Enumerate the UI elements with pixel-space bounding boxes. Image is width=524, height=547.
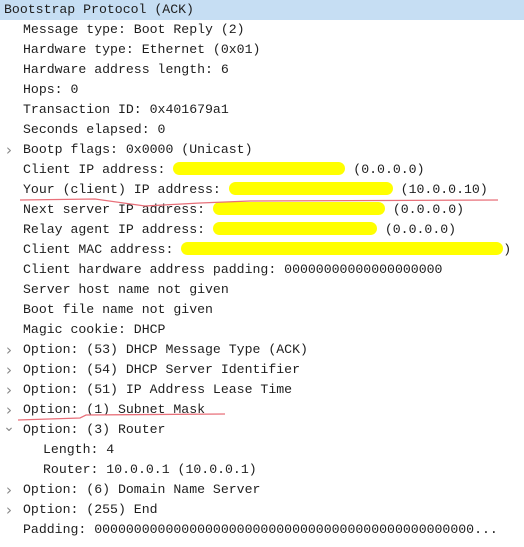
tree-row-value: (10.0.0.10) xyxy=(392,182,488,197)
tree-row-text: Relay agent IP address: (0.0.0.0) xyxy=(23,220,456,240)
tree-row-text: Option: (54) DHCP Server Identifier xyxy=(23,360,300,380)
tree-row-label: Boot file name not given xyxy=(23,302,213,317)
tree-row-text: Router: 10.0.0.1 (10.0.0.1) xyxy=(43,460,257,480)
tree-row[interactable]: Length: 4 xyxy=(0,440,524,460)
tree-row-label: Option: (6) Domain Name Server xyxy=(23,482,261,497)
tree-row[interactable]: › Option: (6) Domain Name Server xyxy=(0,480,524,500)
chevron-right-icon[interactable]: › xyxy=(3,140,15,160)
redaction-mark xyxy=(228,182,393,195)
tree-row-label: Length: 4 xyxy=(43,442,115,457)
chevron-right-icon[interactable]: › xyxy=(3,400,15,420)
chevron-right-icon[interactable]: › xyxy=(3,500,15,520)
tree-row-label: Client MAC address: xyxy=(23,242,182,257)
tree-row-label: Message type: Boot Reply (2) xyxy=(23,22,245,37)
tree-row-label: Hops: 0 xyxy=(23,82,79,97)
tree-row[interactable]: Boot file name not given xyxy=(0,300,524,320)
tree-row[interactable]: Transaction ID: 0x401679a1 xyxy=(0,100,524,120)
redaction-mark xyxy=(181,242,504,255)
tree-row-text: Message type: Boot Reply (2) xyxy=(23,20,245,40)
chevron-right-icon[interactable]: › xyxy=(3,340,15,360)
redaction-mark xyxy=(212,202,385,215)
tree-row-text: Next server IP address: (0.0.0.0) xyxy=(23,200,464,220)
tree-row[interactable]: Server host name not given xyxy=(0,280,524,300)
tree-row-text: Server host name not given xyxy=(23,280,229,300)
tree-row[interactable]: ⌄ Option: (3) Router xyxy=(0,420,524,440)
tree-row-label: Magic cookie: DHCP xyxy=(23,322,166,337)
chevron-right-icon[interactable]: › xyxy=(3,480,15,500)
tree-row-text: Option: (6) Domain Name Server xyxy=(23,480,260,500)
redaction-mark xyxy=(212,222,377,235)
tree-row[interactable]: Relay agent IP address: (0.0.0.0) xyxy=(0,220,524,240)
tree-row[interactable]: Next server IP address: (0.0.0.0) xyxy=(0,200,524,220)
tree-row-text: Boot file name not given xyxy=(23,300,213,320)
tree-header-label: Bootstrap Protocol (ACK) xyxy=(4,2,194,17)
tree-row-label: Option: (51) IP Address Lease Time xyxy=(23,382,293,397)
tree-row[interactable]: Hops: 0 xyxy=(0,80,524,100)
tree-row[interactable]: › Option: (1) Subnet Mask xyxy=(0,400,524,420)
tree-row[interactable]: Router: 10.0.0.1 (10.0.0.1) xyxy=(0,460,524,480)
tree-row-value: (0.0.0.0) xyxy=(345,162,425,177)
tree-row-text: Transaction ID: 0x401679a1 xyxy=(23,100,229,120)
tree-row[interactable]: Padding: 0000000000000000000000000000000… xyxy=(0,520,524,540)
tree-row-text: Option: (255) End xyxy=(23,500,158,520)
tree-row-label: Option: (3) Router xyxy=(23,422,166,437)
redaction-mark xyxy=(173,162,346,175)
tree-row-text: Option: (53) DHCP Message Type (ACK) xyxy=(23,340,308,360)
tree-row-label: Option: (1) Subnet Mask xyxy=(23,402,206,417)
tree-row-text: Option: (1) Subnet Mask xyxy=(23,400,205,420)
tree-row-text: Hops: 0 xyxy=(23,80,78,100)
tree-row[interactable]: › Option: (53) DHCP Message Type (ACK) xyxy=(0,340,524,360)
tree-row-label: Bootp flags: 0x0000 (Unicast) xyxy=(23,142,253,157)
tree-row-label: Router: 10.0.0.1 (10.0.0.1) xyxy=(43,462,257,477)
tree-row-text: Hardware type: Ethernet (0x01) xyxy=(23,40,260,60)
tree-row-label: Seconds elapsed: 0 xyxy=(23,122,166,137)
tree-row-text: Padding: 0000000000000000000000000000000… xyxy=(23,520,498,540)
tree-row-label: Padding: 0000000000000000000000000000000… xyxy=(23,522,498,537)
tree-row[interactable]: Your (client) IP address: (10.0.0.10) xyxy=(0,180,524,200)
tree-row-label: Next server IP address: xyxy=(23,202,213,217)
tree-row-text: Option: (3) Router xyxy=(23,420,165,440)
tree-row-text: Client IP address: (0.0.0.0) xyxy=(23,160,425,180)
tree-row[interactable]: Message type: Boot Reply (2) xyxy=(0,20,524,40)
tree-row-text: Client MAC address: ) xyxy=(23,240,511,260)
tree-row-text: Seconds elapsed: 0 xyxy=(23,120,165,140)
tree-row-text: Length: 4 xyxy=(43,440,114,460)
chevron-right-icon[interactable]: › xyxy=(3,380,15,400)
tree-row-text: Bootp flags: 0x0000 (Unicast) xyxy=(23,140,253,160)
tree-row-label: Server host name not given xyxy=(23,282,229,297)
chevron-right-icon[interactable]: › xyxy=(3,360,15,380)
tree-row[interactable]: Hardware type: Ethernet (0x01) xyxy=(0,40,524,60)
chevron-down-icon[interactable]: ⌄ xyxy=(3,420,15,440)
tree-header-bootstrap-protocol[interactable]: Bootstrap Protocol (ACK) xyxy=(0,0,524,20)
tree-row-label: Your (client) IP address: xyxy=(23,182,229,197)
tree-row-label: Hardware type: Ethernet (0x01) xyxy=(23,42,261,57)
tree-row-text: Hardware address length: 6 xyxy=(23,60,229,80)
tree-row-label: Option: (54) DHCP Server Identifier xyxy=(23,362,300,377)
tree-row[interactable]: Client hardware address padding: 0000000… xyxy=(0,260,524,280)
tree-row-label: Client IP address: xyxy=(23,162,174,177)
tree-row[interactable]: › Option: (54) DHCP Server Identifier xyxy=(0,360,524,380)
tree-row-text: Client hardware address padding: 0000000… xyxy=(23,260,442,280)
tree-row-text: Your (client) IP address: (10.0.0.10) xyxy=(23,180,488,200)
tree-row[interactable]: › Option: (51) IP Address Lease Time xyxy=(0,380,524,400)
tree-row[interactable]: › Bootp flags: 0x0000 (Unicast) xyxy=(0,140,524,160)
tree-row[interactable]: Magic cookie: DHCP xyxy=(0,320,524,340)
tree-row-value: (0.0.0.0) xyxy=(376,222,457,237)
tree-row[interactable]: Seconds elapsed: 0 xyxy=(0,120,524,140)
tree-row-label: Relay agent IP address: xyxy=(23,222,213,237)
tree-row-label: Hardware address length: 6 xyxy=(23,62,229,77)
tree-row-text: Magic cookie: DHCP xyxy=(23,320,165,340)
tree-row[interactable]: Client IP address: (0.0.0.0) xyxy=(0,160,524,180)
tree-row-text: Option: (51) IP Address Lease Time xyxy=(23,380,292,400)
packet-detail-tree: Bootstrap Protocol (ACK) Message type: B… xyxy=(0,0,524,540)
tree-row-label: Transaction ID: 0x401679a1 xyxy=(23,102,229,117)
tree-row[interactable]: › Option: (255) End xyxy=(0,500,524,520)
tree-row-label: Option: (255) End xyxy=(23,502,158,517)
tree-row-label: Client hardware address padding: 0000000… xyxy=(23,262,443,277)
tree-row-label: Option: (53) DHCP Message Type (ACK) xyxy=(23,342,308,357)
tree-row[interactable]: Hardware address length: 6 xyxy=(0,60,524,80)
tree-row[interactable]: Client MAC address: ) xyxy=(0,240,524,260)
tree-row-value: (0.0.0.0) xyxy=(384,202,465,217)
tree-row-value: ) xyxy=(503,242,512,257)
